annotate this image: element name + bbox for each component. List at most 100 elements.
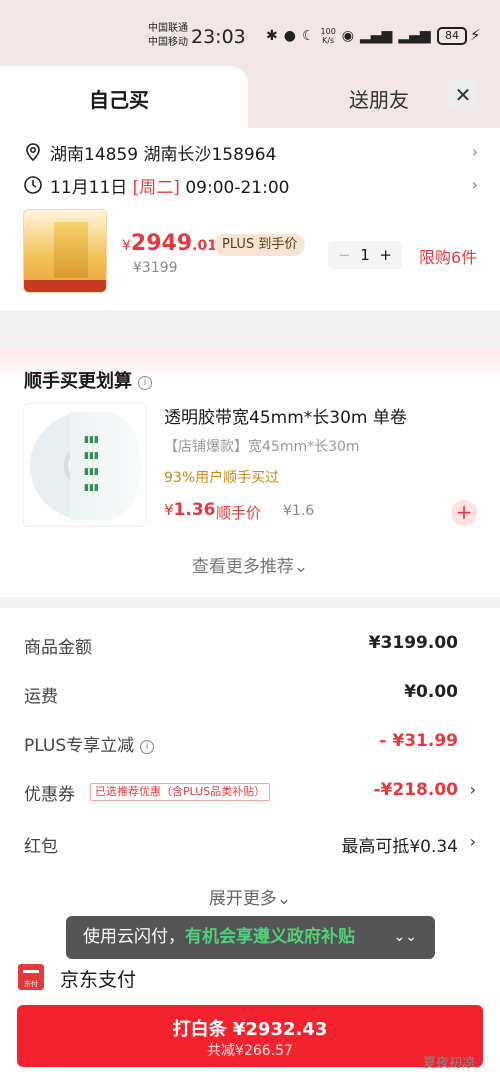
recommend-price: ¥1.36 (164, 500, 216, 520)
summary-row-shipping: 运费 ¥0.00 (24, 678, 476, 708)
recommend-card: 顺手买更划算 i ▮▮▮ ▮▮▮ ▮▮▮ ▮▮▮ 透明胶带宽45mm*长30m 单卷 【… (0, 347, 500, 597)
plus-info-icon[interactable]: i (140, 740, 155, 754)
product-band-shape (24, 280, 106, 292)
plus-icon: + (455, 500, 473, 524)
status-bar: 中国联通 中国移动 23:03 ✱ ● ☾ 100 K/s ◉ ▂▄▆ ▂▄▆ … (0, 0, 500, 66)
summary-row-plus: PLUS专享立减 i - ¥31.99 (24, 727, 476, 757)
plus-discount-label: PLUS专享立减 i (24, 731, 155, 756)
recommend-title: 顺手买更划算 i (24, 367, 152, 393)
time-chevron-icon[interactable]: › (472, 175, 478, 194)
coupon-value: -¥218.00 (373, 780, 459, 800)
submit-order-button[interactable]: 打白条 ¥2932.43 共减¥266.57 (17, 1005, 483, 1067)
clock-icon (24, 176, 42, 194)
shipping-label: 运费 (24, 687, 58, 707)
price-currency: ¥ (122, 238, 131, 254)
add-to-order-button[interactable]: + (451, 500, 477, 526)
total-discount-label: 共减¥266.57 (207, 1043, 293, 1059)
expand-more-link[interactable]: 展开更多⌄ (0, 884, 500, 909)
tab-self-buy[interactable]: 自己买 (0, 66, 248, 128)
submit-order-label: 打白条 ¥2932.43 (172, 1019, 328, 1040)
tab-gift-friend[interactable]: 送朋友 (349, 84, 409, 113)
toast-prefix: 使用云闪付， (83, 927, 185, 947)
net-speed: 100 K/s (321, 27, 336, 45)
recommend-price-value: 1.36 (173, 500, 216, 520)
status-time: 23:03 (191, 26, 246, 48)
expand-chevron-icon: ⌄ (276, 889, 292, 909)
redpacket-label: 红包 (24, 837, 58, 857)
product-image[interactable] (23, 209, 107, 293)
summary-row-redpacket[interactable]: 红包 最高可抵¥0.34 › (24, 828, 476, 858)
delivery-weekday: [周二] (132, 178, 180, 198)
close-button[interactable]: ✕ (448, 80, 478, 110)
delivery-hours: 09:00-21:00 (185, 178, 290, 198)
carrier-info: 中国联通 中国移动 (148, 22, 188, 50)
decrement-button[interactable]: − (338, 246, 351, 264)
order-info-card: 湖南14859 湖南长沙158964 › 11月11日 [周二] 09:00-2… (0, 128, 500, 310)
payment-method-name[interactable]: 京东支付 (60, 965, 136, 992)
jd-pay-logo-icon: 东付 (18, 964, 44, 990)
goods-amount-label: 商品金额 (24, 638, 92, 658)
redpacket-chevron-icon[interactable]: › (470, 832, 476, 851)
quantity-value: 1 (360, 246, 370, 264)
summary-row-goods: 商品金额 ¥3199.00 (24, 629, 476, 659)
coupon-tag: 已选推荐优惠（含PLUS品类补贴） (90, 783, 271, 801)
recommend-title-text: 顺手买更划算 (24, 371, 132, 392)
unionpay-promo-toast[interactable]: 使用云闪付，有机会享遵义政府补贴 ⌄⌄ (66, 916, 435, 959)
double-chevron-down-icon: ⌄⌄ (393, 929, 417, 945)
coupon-chevron-icon[interactable]: › (470, 780, 476, 799)
address-chevron-icon[interactable]: › (472, 142, 478, 161)
charging-icon: ⚡ (470, 26, 481, 44)
delivery-date: 11月11日 (50, 178, 128, 198)
more-recommend-link[interactable]: 查看更多推荐⌄ (0, 552, 500, 577)
quantity-stepper[interactable]: − 1 + (328, 241, 402, 269)
net-speed-unit: K/s (322, 36, 335, 45)
recommend-product-name[interactable]: 透明胶带宽45mm*长30m 单卷 (164, 403, 407, 428)
bluetooth-icon: ✱ (266, 28, 278, 44)
price-summary-card: 商品金额 ¥3199.00 运费 ¥0.00 PLUS专享立减 i - ¥31.9… (0, 608, 500, 938)
carrier-1: 中国联通 (148, 23, 188, 34)
plus-price-badge: PLUS 到手价 (214, 234, 306, 256)
delivery-time[interactable]: 11月11日 [周二] 09:00-21:00 (50, 173, 289, 198)
recommend-old-price: ¥1.6 (283, 503, 315, 519)
carrier-2: 中国移动 (148, 37, 188, 48)
net-speed-value: 100 (320, 27, 336, 36)
recommend-product-desc: 【店铺爆款】宽45mm*长30m (164, 439, 360, 455)
recommend-product-image[interactable]: ▮▮▮ ▮▮▮ ▮▮▮ ▮▮▮ (23, 403, 147, 527)
tape-side-shape: ▮▮▮ ▮▮▮ ▮▮▮ ▮▮▮ (70, 412, 142, 520)
summary-row-coupon[interactable]: 优惠券 已选推荐优惠（含PLUS品类补贴） -¥218.00 › (24, 776, 476, 806)
purchase-limit: 限购6件 (419, 248, 478, 267)
original-price: ¥3199 (133, 260, 178, 276)
recommend-price-label: 顺手价 (216, 504, 262, 522)
shipping-value: ¥0.00 (404, 682, 458, 702)
coupon-label: 优惠券 (24, 785, 75, 805)
toast-highlight: 有机会享遵义政府补贴 (185, 927, 355, 947)
location-icon: ● (283, 28, 296, 44)
redpacket-value: 最高可抵¥0.34 (341, 837, 458, 857)
price-integer: 2949 (130, 231, 193, 256)
info-icon[interactable]: i (138, 376, 152, 390)
delivery-address[interactable]: 湖南14859 湖南长沙158964 (50, 140, 276, 165)
product-box-shape (54, 222, 88, 278)
signal-4g-icon: ▂▄▆ (398, 28, 431, 44)
hotspot-icon: ◉ (341, 28, 355, 44)
expand-more-label: 展开更多 (208, 889, 277, 909)
location-pin-icon (26, 143, 40, 162)
more-recommend-label: 查看更多推荐 (191, 557, 294, 577)
chevron-down-icon: ⌄ (293, 557, 309, 577)
product-price: ¥2949.01 (122, 231, 217, 256)
recommend-currency: ¥ (164, 501, 174, 519)
goods-amount-value: ¥3199.00 (368, 633, 458, 653)
signal-5g-icon: ▂▄▆ (360, 28, 393, 44)
tab-self-buy-label: 自己买 (89, 88, 149, 112)
plus-discount-value: - ¥31.99 (379, 731, 458, 751)
battery-icon: 84 (437, 27, 467, 45)
increment-button[interactable]: + (379, 246, 392, 264)
moon-icon: ☾ (301, 28, 315, 44)
purchase-tabs: 自己买 送朋友 ✕ (0, 66, 500, 128)
watermark-text: 夏夜初凉 (423, 1056, 476, 1071)
plus-discount-label-text: PLUS专享立减 (24, 736, 135, 756)
close-icon: ✕ (454, 83, 472, 107)
tape-print-pattern: ▮▮▮ ▮▮▮ ▮▮▮ ▮▮▮ (84, 435, 99, 493)
status-icons: ✱ ● ☾ 100 K/s ◉ ▂▄▆ ▂▄▆ (266, 27, 431, 45)
recommend-users-stat: 93%用户顺手买过 (164, 470, 280, 486)
